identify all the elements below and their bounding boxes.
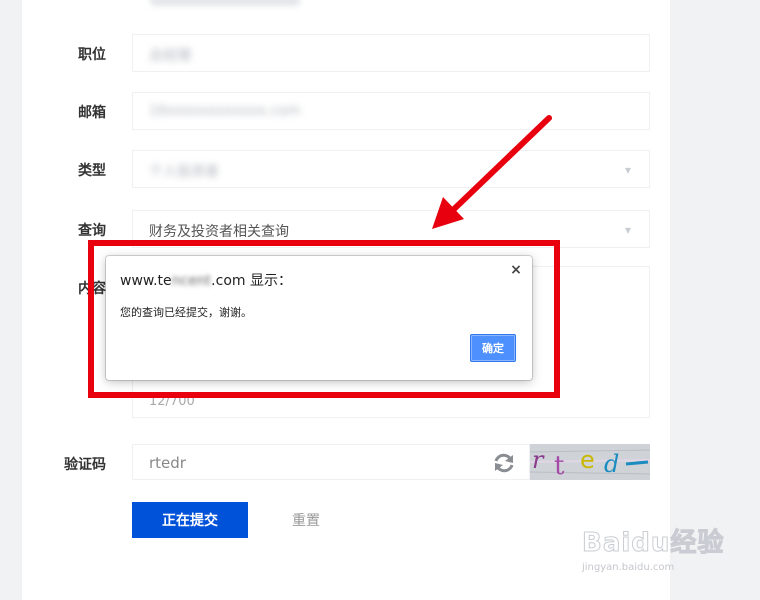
inquiry-value: 财务及投资者相关查询 (149, 224, 289, 240)
dialog-host-blurred: ncent (171, 273, 212, 289)
chevron-down-icon: ▾ (624, 163, 631, 177)
captcha-value: rtedr (149, 454, 186, 472)
svg-text:r: r (532, 446, 545, 474)
email-field[interactable]: 16xxxxxxxxxxxx.com (132, 92, 650, 130)
blurred-top-field (150, 0, 300, 6)
type-value: 个人投资者 (149, 164, 219, 180)
page: 职位 总经理 邮箱 16xxxxxxxxxxxx.com 类型 个人投资者 ▾ … (0, 0, 760, 600)
svg-text:t: t (554, 451, 565, 480)
type-select[interactable]: 个人投资者 ▾ (132, 150, 650, 188)
refresh-icon[interactable] (491, 451, 517, 475)
field-label-captcha: 验证码 (64, 457, 106, 473)
close-icon[interactable]: × (508, 262, 524, 278)
reset-button[interactable]: 重置 (272, 502, 340, 538)
dialog-message: 您的查询已经提交，谢谢。 (120, 306, 252, 319)
field-label-type: 类型 (78, 163, 106, 179)
position-field[interactable]: 总经理 (132, 34, 650, 72)
email-value: 16xxxxxxxxxxxx.com (149, 103, 301, 119)
watermark-url: jingyan.baidu.com (582, 562, 675, 573)
watermark-brand: Baidu经验 (581, 528, 725, 559)
alert-dialog: www.tencent.com 显示： × 您的查询已经提交，谢谢。 确定 (106, 256, 532, 380)
field-label-inquiry: 查询 (78, 223, 106, 239)
captcha-image[interactable]: r t e d (530, 444, 650, 480)
chevron-down-icon: ▾ (624, 223, 631, 237)
svg-text:e: e (580, 446, 595, 474)
dialog-host-prefix: www.te (120, 273, 172, 289)
submit-button[interactable]: 正在提交 (132, 502, 248, 538)
baidu-watermark: Baidu经验 jingyan.baidu.com (578, 518, 748, 582)
dialog-host-suffix: .com 显示： (211, 273, 292, 289)
dialog-title: www.tencent.com 显示： (120, 270, 292, 290)
field-label-position: 职位 (78, 47, 106, 63)
position-value: 总经理 (149, 48, 191, 64)
ok-button[interactable]: 确定 (470, 334, 516, 362)
field-label-email: 邮箱 (78, 105, 106, 121)
captcha-input[interactable]: rtedr (132, 444, 530, 480)
svg-text:d: d (604, 450, 619, 478)
